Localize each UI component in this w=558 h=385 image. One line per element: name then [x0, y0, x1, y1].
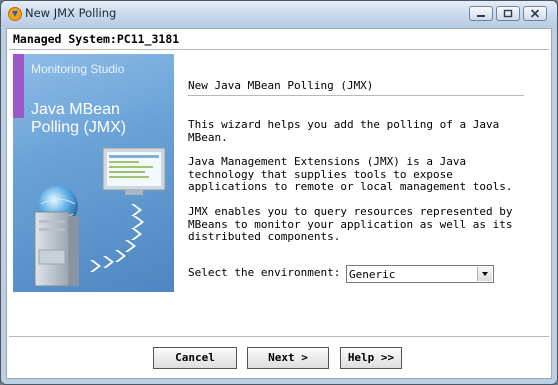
- help-button[interactable]: Help >>: [340, 347, 402, 369]
- environment-value: Generic: [349, 268, 396, 281]
- server-illustration: [34, 211, 79, 287]
- environment-select[interactable]: Generic: [346, 265, 494, 283]
- header-divider: [9, 49, 549, 50]
- chevron-down-icon[interactable]: [477, 267, 492, 281]
- arrow-chevrons: [90, 204, 144, 272]
- jmx-description: Java Management Extensions (JMX) is a Ja…: [188, 155, 513, 193]
- next-button[interactable]: Next >: [247, 347, 329, 369]
- section-divider: [188, 95, 524, 96]
- wizard-content: Managed System:PC11_3181 Monitoring Stud…: [6, 28, 552, 379]
- illustration: [34, 147, 166, 287]
- side-illustration-panel: Monitoring Studio Java MBean Polling (JM…: [13, 54, 174, 292]
- title-bar[interactable]: New JMX Polling: [1, 1, 557, 27]
- minimize-icon[interactable]: [469, 6, 493, 21]
- cancel-button[interactable]: Cancel: [153, 347, 237, 369]
- footer-divider: [9, 336, 549, 337]
- maximize-icon[interactable]: [496, 6, 520, 21]
- window-title: New JMX Polling: [25, 6, 117, 20]
- jmx-usage: JMX enables you to query resources repre…: [188, 205, 513, 243]
- app-icon: [7, 6, 23, 22]
- wizard-window: New JMX Polling Managed System:PC11_3181…: [0, 0, 558, 385]
- close-icon[interactable]: [523, 6, 547, 21]
- section-title: New Java MBean Polling (JMX): [188, 79, 374, 92]
- intro-paragraph: This wizard helps you add the polling of…: [188, 118, 500, 144]
- managed-system-label: Managed System:PC11_3181: [13, 32, 180, 46]
- monitor-illustration: [102, 147, 166, 195]
- environment-label: Select the environment:: [188, 266, 341, 279]
